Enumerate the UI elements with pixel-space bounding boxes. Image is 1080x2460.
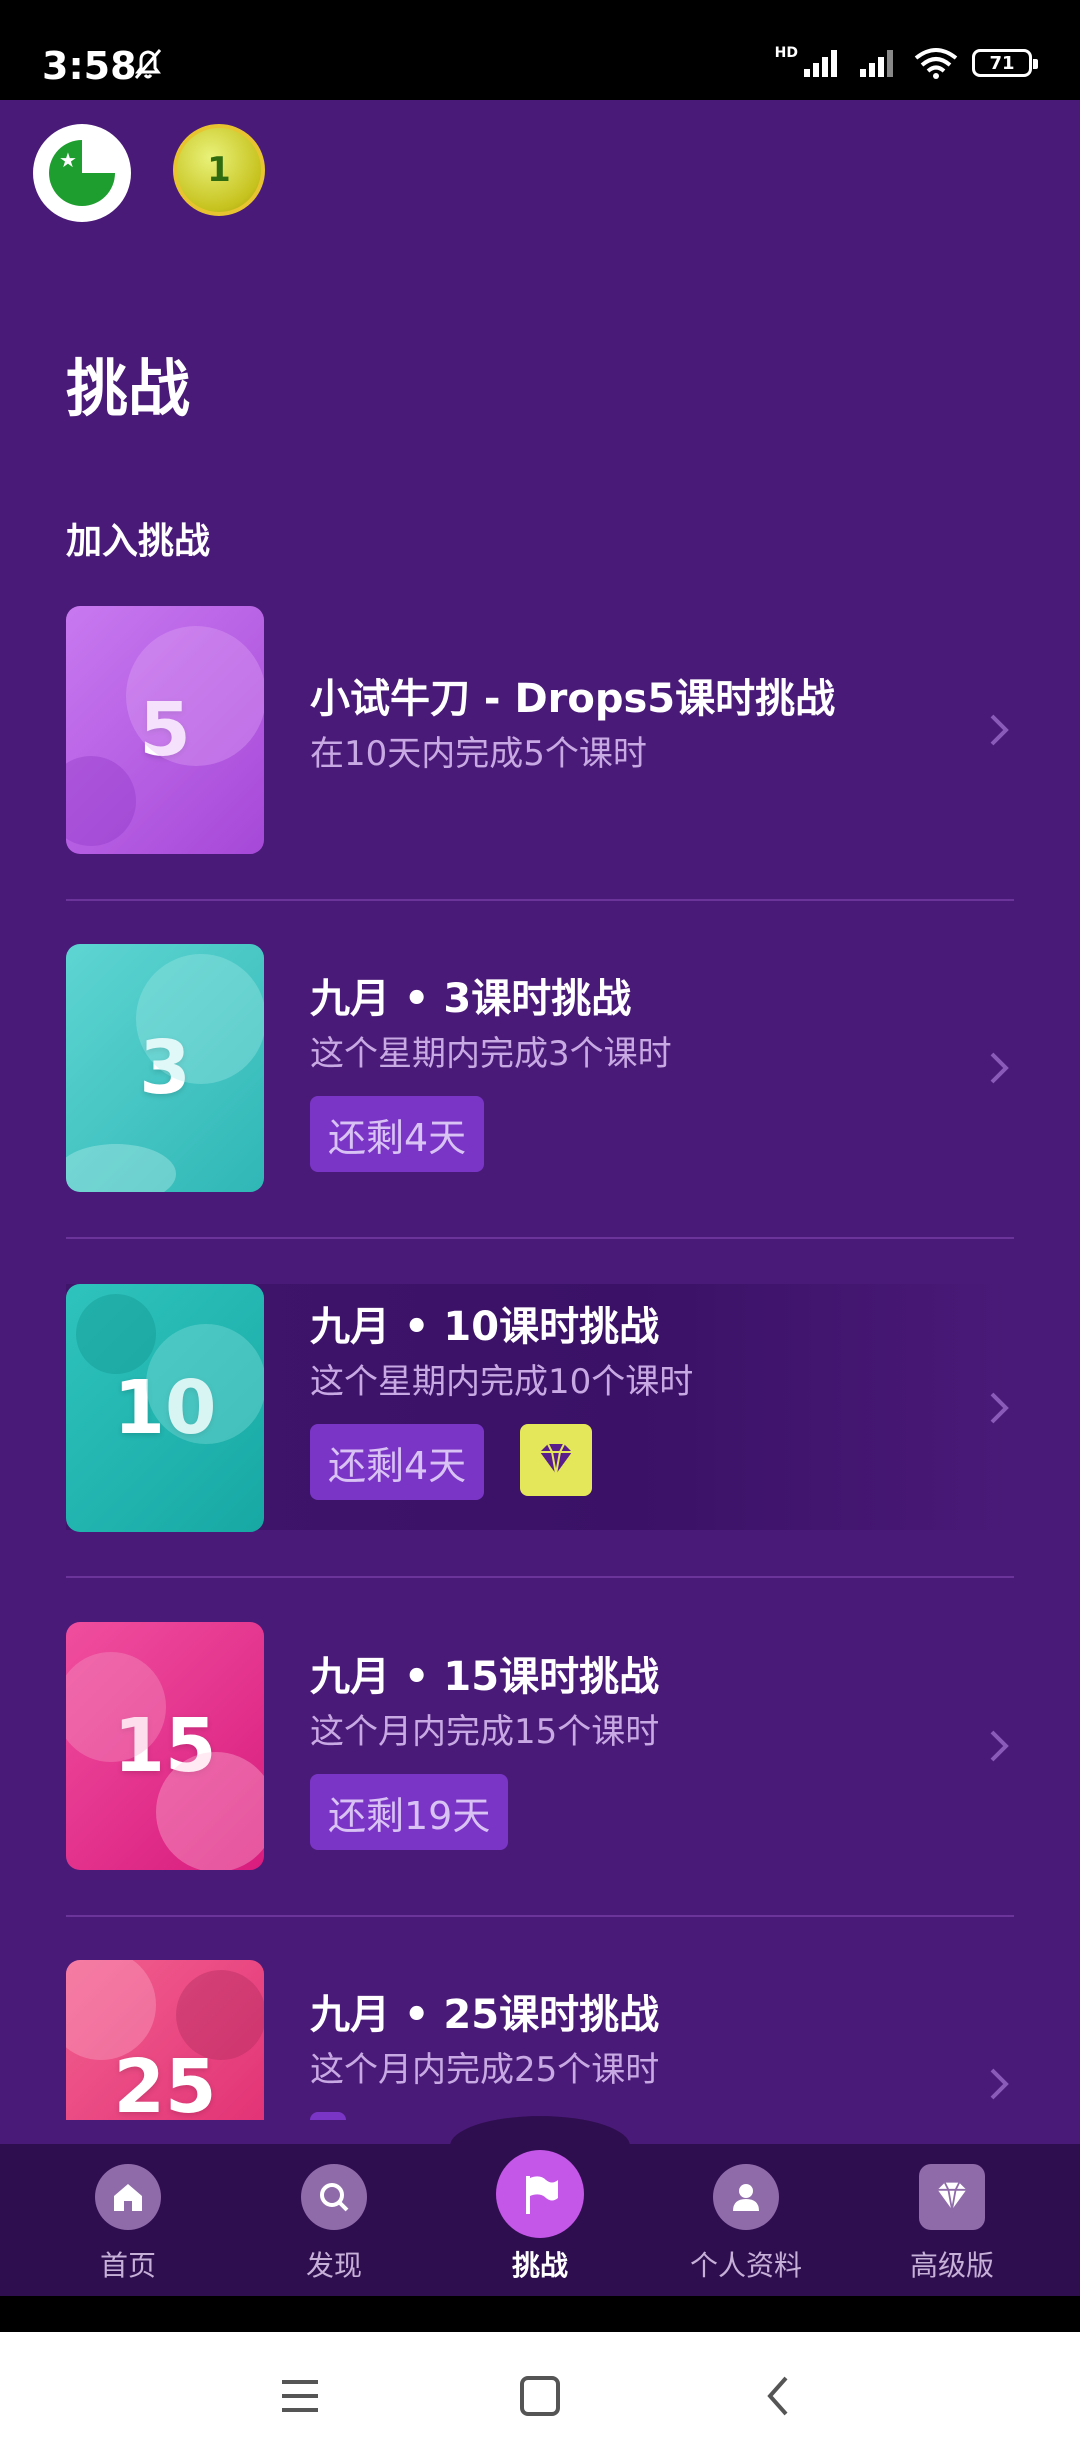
nav-item-premium[interactable]: 高级版	[852, 2144, 1052, 2296]
nav-label: 挑战	[511, 2249, 568, 2282]
section-title: 加入挑战	[66, 521, 211, 562]
challenge-description: 这个星期内完成10个课时	[310, 1362, 694, 1402]
nav-label: 发现	[305, 2249, 362, 2282]
esperanto-flag-icon: ★	[49, 140, 115, 206]
divider	[66, 1237, 1014, 1239]
nav-label: 个人资料	[689, 2249, 802, 2282]
bottom-nav: 首页 发现 挑战 个人资料 高级版	[0, 2144, 1080, 2296]
nav-label: 首页	[99, 2249, 156, 2282]
challenge-title: 小试牛刀 - Drops5课时挑战	[310, 676, 836, 722]
challenge-title: 九月 • 25课时挑战	[310, 1992, 660, 2038]
challenge-card[interactable]: 25 九月 • 25课时挑战 这个月内完成25个课时	[66, 1960, 1014, 2120]
nav-label: 高级版	[909, 2249, 994, 2282]
page-title: 挑战	[66, 352, 191, 425]
system-nav-bar	[0, 2332, 1080, 2460]
challenge-number: 25	[113, 2044, 217, 2120]
status-time: 3:58	[42, 44, 137, 88]
battery-icon: 71	[972, 49, 1038, 77]
menu-icon[interactable]	[260, 2356, 340, 2436]
nav-item-discover[interactable]: 发现	[234, 2144, 434, 2296]
challenge-thumbnail: 25	[66, 1960, 264, 2120]
chevron-right-icon	[990, 2068, 1009, 2100]
remaining-badge: 还剩4天	[310, 1096, 485, 1172]
home-square-icon[interactable]	[500, 2356, 580, 2436]
language-flag-button[interactable]: ★	[33, 124, 131, 222]
chevron-right-icon	[990, 1392, 1009, 1424]
challenge-card[interactable]: 3 九月 • 3课时挑战 这个星期内完成3个课时 还剩4天	[66, 944, 1014, 1192]
challenge-description: 这个星期内完成3个课时	[310, 1034, 672, 1074]
challenge-thumbnail: 15	[66, 1622, 264, 1870]
home-icon	[95, 2164, 161, 2230]
challenge-description: 在10天内完成5个课时	[310, 734, 647, 774]
remaining-badge	[310, 2112, 346, 2120]
level-number: 1	[207, 150, 231, 190]
diamond-icon	[520, 1424, 592, 1496]
challenge-card[interactable]: 15 九月 • 15课时挑战 这个月内完成15个课时 还剩19天	[66, 1622, 1014, 1870]
remaining-badge: 还剩19天	[310, 1774, 509, 1850]
divider	[66, 1576, 1014, 1578]
challenge-card[interactable]: 5 小试牛刀 - Drops5课时挑战 在10天内完成5个课时	[66, 606, 1014, 854]
challenge-title: 九月 • 10课时挑战	[310, 1304, 660, 1350]
level-badge[interactable]: 1	[173, 124, 265, 216]
signal-icon	[860, 50, 893, 77]
challenge-title: 九月 • 15课时挑战	[310, 1654, 660, 1700]
challenge-thumbnail: 5	[66, 606, 264, 854]
bell-off-icon	[134, 49, 162, 79]
back-icon[interactable]	[740, 2356, 820, 2436]
challenge-thumbnail: 10	[66, 1284, 264, 1532]
hd-label: HD	[774, 45, 798, 61]
chevron-right-icon	[990, 714, 1009, 746]
profile-icon	[713, 2164, 779, 2230]
app-screen: 3:58 HD 71 ★ 1 挑战 加入挑战 5 小试牛刀 - Drops5课时…	[0, 0, 1080, 2460]
diamond-icon	[919, 2164, 985, 2230]
remaining-badge: 还剩4天	[310, 1424, 485, 1500]
search-icon	[301, 2164, 367, 2230]
nav-item-challenges[interactable]: 挑战	[440, 2144, 640, 2296]
chevron-right-icon	[990, 1730, 1009, 1762]
status-bar: 3:58 HD 71	[0, 0, 1080, 100]
challenge-description: 这个月内完成25个课时	[310, 2050, 660, 2090]
divider	[66, 899, 1014, 901]
challenge-description: 这个月内完成15个课时	[310, 1712, 660, 1752]
battery-level: 71	[989, 52, 1015, 74]
chevron-right-icon	[990, 1052, 1009, 1084]
nav-item-profile[interactable]: 个人资料	[646, 2144, 846, 2296]
system-bar-gap	[0, 2296, 1080, 2332]
signal-icon	[804, 50, 837, 77]
challenge-thumbnail: 3	[66, 944, 264, 1192]
challenge-card[interactable]: 10 九月 • 10课时挑战 这个星期内完成10个课时 还剩4天	[66, 1284, 1014, 1532]
wifi-icon	[914, 48, 958, 79]
divider	[66, 1915, 1014, 1917]
nav-item-home[interactable]: 首页	[28, 2144, 228, 2296]
challenge-title: 九月 • 3课时挑战	[310, 976, 632, 1022]
flag-icon	[496, 2150, 584, 2238]
